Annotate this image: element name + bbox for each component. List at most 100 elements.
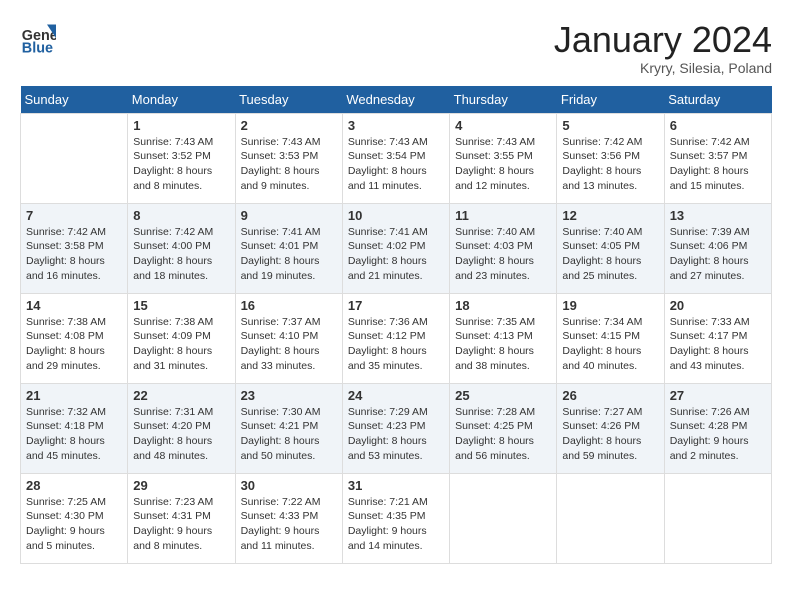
day-info: Sunrise: 7:23 AM Sunset: 4:31 PM Dayligh… xyxy=(133,495,229,554)
day-number: 15 xyxy=(133,298,229,313)
calendar-cell xyxy=(21,113,128,203)
day-number: 1 xyxy=(133,118,229,133)
day-number: 7 xyxy=(26,208,122,223)
calendar-cell: 17Sunrise: 7:36 AM Sunset: 4:12 PM Dayli… xyxy=(342,293,449,383)
day-info: Sunrise: 7:43 AM Sunset: 3:54 PM Dayligh… xyxy=(348,135,444,194)
day-number: 31 xyxy=(348,478,444,493)
day-number: 22 xyxy=(133,388,229,403)
day-info: Sunrise: 7:41 AM Sunset: 4:02 PM Dayligh… xyxy=(348,225,444,284)
location: Kryry, Silesia, Poland xyxy=(554,60,772,76)
calendar-cell: 3Sunrise: 7:43 AM Sunset: 3:54 PM Daylig… xyxy=(342,113,449,203)
day-number: 14 xyxy=(26,298,122,313)
title-block: January 2024 Kryry, Silesia, Poland xyxy=(554,20,772,76)
day-number: 30 xyxy=(241,478,337,493)
calendar-week-row: 21 Sunrise: 7:32 AM Sunset: 4:18 PM Dayli… xyxy=(21,383,772,473)
day-number: 16 xyxy=(241,298,337,313)
calendar-cell xyxy=(557,473,664,563)
day-info: Sunrise: 7:43 AM Sunset: 3:55 PM Dayligh… xyxy=(455,135,551,194)
day-info: Sunrise: 7:43 AM Sunset: 3:52 PM Dayligh… xyxy=(133,135,229,194)
month-title: January 2024 xyxy=(554,20,772,60)
calendar-cell: 10 Sunrise: 7:41 AM Sunset: 4:02 PM Dayli… xyxy=(342,203,449,293)
calendar-cell: 11 Sunrise: 7:40 AM Sunset: 4:03 PM Dayli… xyxy=(450,203,557,293)
day-info: Sunrise: 7:43 AM Sunset: 3:53 PM Dayligh… xyxy=(241,135,337,194)
calendar-cell: 13 Sunrise: 7:39 AM Sunset: 4:06 PM Dayli… xyxy=(664,203,771,293)
day-info: Sunrise: 7:39 AM Sunset: 4:06 PM Dayligh… xyxy=(670,225,766,284)
calendar-cell: 28 Sunrise: 7:25 AM Sunset: 4:30 PM Dayli… xyxy=(21,473,128,563)
day-info: Sunrise: 7:42 AM Sunset: 3:56 PM Dayligh… xyxy=(562,135,658,194)
calendar-cell: 25 Sunrise: 7:28 AM Sunset: 4:25 PM Dayli… xyxy=(450,383,557,473)
day-info: Sunrise: 7:31 AM Sunset: 4:20 PM Dayligh… xyxy=(133,405,229,464)
calendar-week-row: 7 Sunrise: 7:42 AM Sunset: 3:58 PM Daylig… xyxy=(21,203,772,293)
calendar-cell: 26Sunrise: 7:27 AM Sunset: 4:26 PM Dayli… xyxy=(557,383,664,473)
calendar-cell xyxy=(450,473,557,563)
calendar-cell: 9Sunrise: 7:41 AM Sunset: 4:01 PM Daylig… xyxy=(235,203,342,293)
day-info: Sunrise: 7:42 AM Sunset: 3:58 PM Dayligh… xyxy=(26,225,122,284)
day-info: Sunrise: 7:22 AM Sunset: 4:33 PM Dayligh… xyxy=(241,495,337,554)
calendar-table: SundayMondayTuesdayWednesdayThursdayFrid… xyxy=(20,86,772,564)
calendar-week-row: 14 Sunrise: 7:38 AM Sunset: 4:08 PM Dayli… xyxy=(21,293,772,383)
day-number: 12 xyxy=(562,208,658,223)
calendar-cell: 18 Sunrise: 7:35 AM Sunset: 4:13 PM Dayli… xyxy=(450,293,557,383)
day-of-week-wednesday: Wednesday xyxy=(342,86,449,114)
day-info: Sunrise: 7:35 AM Sunset: 4:13 PM Dayligh… xyxy=(455,315,551,374)
day-info: Sunrise: 7:25 AM Sunset: 4:30 PM Dayligh… xyxy=(26,495,122,554)
day-info: Sunrise: 7:42 AM Sunset: 3:57 PM Dayligh… xyxy=(670,135,766,194)
day-number: 10 xyxy=(348,208,444,223)
day-info: Sunrise: 7:28 AM Sunset: 4:25 PM Dayligh… xyxy=(455,405,551,464)
day-number: 21 xyxy=(26,388,122,403)
calendar-cell: 23Sunrise: 7:30 AM Sunset: 4:21 PM Dayli… xyxy=(235,383,342,473)
calendar-cell: 15 Sunrise: 7:38 AM Sunset: 4:09 PM Dayli… xyxy=(128,293,235,383)
day-number: 28 xyxy=(26,478,122,493)
calendar-cell: 27Sunrise: 7:26 AM Sunset: 4:28 PM Dayli… xyxy=(664,383,771,473)
day-number: 8 xyxy=(133,208,229,223)
day-info: Sunrise: 7:41 AM Sunset: 4:01 PM Dayligh… xyxy=(241,225,337,284)
day-info: Sunrise: 7:40 AM Sunset: 4:03 PM Dayligh… xyxy=(455,225,551,284)
day-number: 18 xyxy=(455,298,551,313)
day-info: Sunrise: 7:30 AM Sunset: 4:21 PM Dayligh… xyxy=(241,405,337,464)
day-number: 17 xyxy=(348,298,444,313)
calendar-cell: 20 Sunrise: 7:33 AM Sunset: 4:17 PM Dayli… xyxy=(664,293,771,383)
calendar-cell: 6 Sunrise: 7:42 AM Sunset: 3:57 PM Daylig… xyxy=(664,113,771,203)
day-of-week-saturday: Saturday xyxy=(664,86,771,114)
calendar-cell: 16 Sunrise: 7:37 AM Sunset: 4:10 PM Dayli… xyxy=(235,293,342,383)
day-number: 29 xyxy=(133,478,229,493)
day-info: Sunrise: 7:40 AM Sunset: 4:05 PM Dayligh… xyxy=(562,225,658,284)
day-number: 2 xyxy=(241,118,337,133)
day-number: 24 xyxy=(348,388,444,403)
calendar-cell: 7 Sunrise: 7:42 AM Sunset: 3:58 PM Daylig… xyxy=(21,203,128,293)
day-info: Sunrise: 7:42 AM Sunset: 4:00 PM Dayligh… xyxy=(133,225,229,284)
day-of-week-sunday: Sunday xyxy=(21,86,128,114)
calendar-cell: 4Sunrise: 7:43 AM Sunset: 3:55 PM Daylig… xyxy=(450,113,557,203)
day-info: Sunrise: 7:29 AM Sunset: 4:23 PM Dayligh… xyxy=(348,405,444,464)
calendar-cell: 24 Sunrise: 7:29 AM Sunset: 4:23 PM Dayli… xyxy=(342,383,449,473)
day-number: 25 xyxy=(455,388,551,403)
calendar-cell: 21 Sunrise: 7:32 AM Sunset: 4:18 PM Dayli… xyxy=(21,383,128,473)
page-header: General Blue January 2024 Kryry, Silesia… xyxy=(20,20,772,76)
day-info: Sunrise: 7:34 AM Sunset: 4:15 PM Dayligh… xyxy=(562,315,658,374)
day-of-week-monday: Monday xyxy=(128,86,235,114)
day-of-week-thursday: Thursday xyxy=(450,86,557,114)
day-number: 19 xyxy=(562,298,658,313)
calendar-cell: 5 Sunrise: 7:42 AM Sunset: 3:56 PM Daylig… xyxy=(557,113,664,203)
day-of-week-friday: Friday xyxy=(557,86,664,114)
calendar-week-row: 28 Sunrise: 7:25 AM Sunset: 4:30 PM Dayli… xyxy=(21,473,772,563)
day-number: 20 xyxy=(670,298,766,313)
day-info: Sunrise: 7:26 AM Sunset: 4:28 PM Dayligh… xyxy=(670,405,766,464)
day-info: Sunrise: 7:38 AM Sunset: 4:08 PM Dayligh… xyxy=(26,315,122,374)
calendar-cell xyxy=(664,473,771,563)
day-info: Sunrise: 7:33 AM Sunset: 4:17 PM Dayligh… xyxy=(670,315,766,374)
calendar-cell: 14 Sunrise: 7:38 AM Sunset: 4:08 PM Dayli… xyxy=(21,293,128,383)
day-info: Sunrise: 7:37 AM Sunset: 4:10 PM Dayligh… xyxy=(241,315,337,374)
day-number: 5 xyxy=(562,118,658,133)
day-number: 6 xyxy=(670,118,766,133)
day-info: Sunrise: 7:38 AM Sunset: 4:09 PM Dayligh… xyxy=(133,315,229,374)
day-number: 13 xyxy=(670,208,766,223)
calendar-cell: 29 Sunrise: 7:23 AM Sunset: 4:31 PM Dayli… xyxy=(128,473,235,563)
day-number: 11 xyxy=(455,208,551,223)
calendar-cell: 2 Sunrise: 7:43 AM Sunset: 3:53 PM Daylig… xyxy=(235,113,342,203)
calendar-cell: 1 Sunrise: 7:43 AM Sunset: 3:52 PM Daylig… xyxy=(128,113,235,203)
calendar-week-row: 1 Sunrise: 7:43 AM Sunset: 3:52 PM Daylig… xyxy=(21,113,772,203)
day-info: Sunrise: 7:32 AM Sunset: 4:18 PM Dayligh… xyxy=(26,405,122,464)
logo-icon: General Blue xyxy=(20,20,56,56)
logo: General Blue xyxy=(20,20,56,56)
